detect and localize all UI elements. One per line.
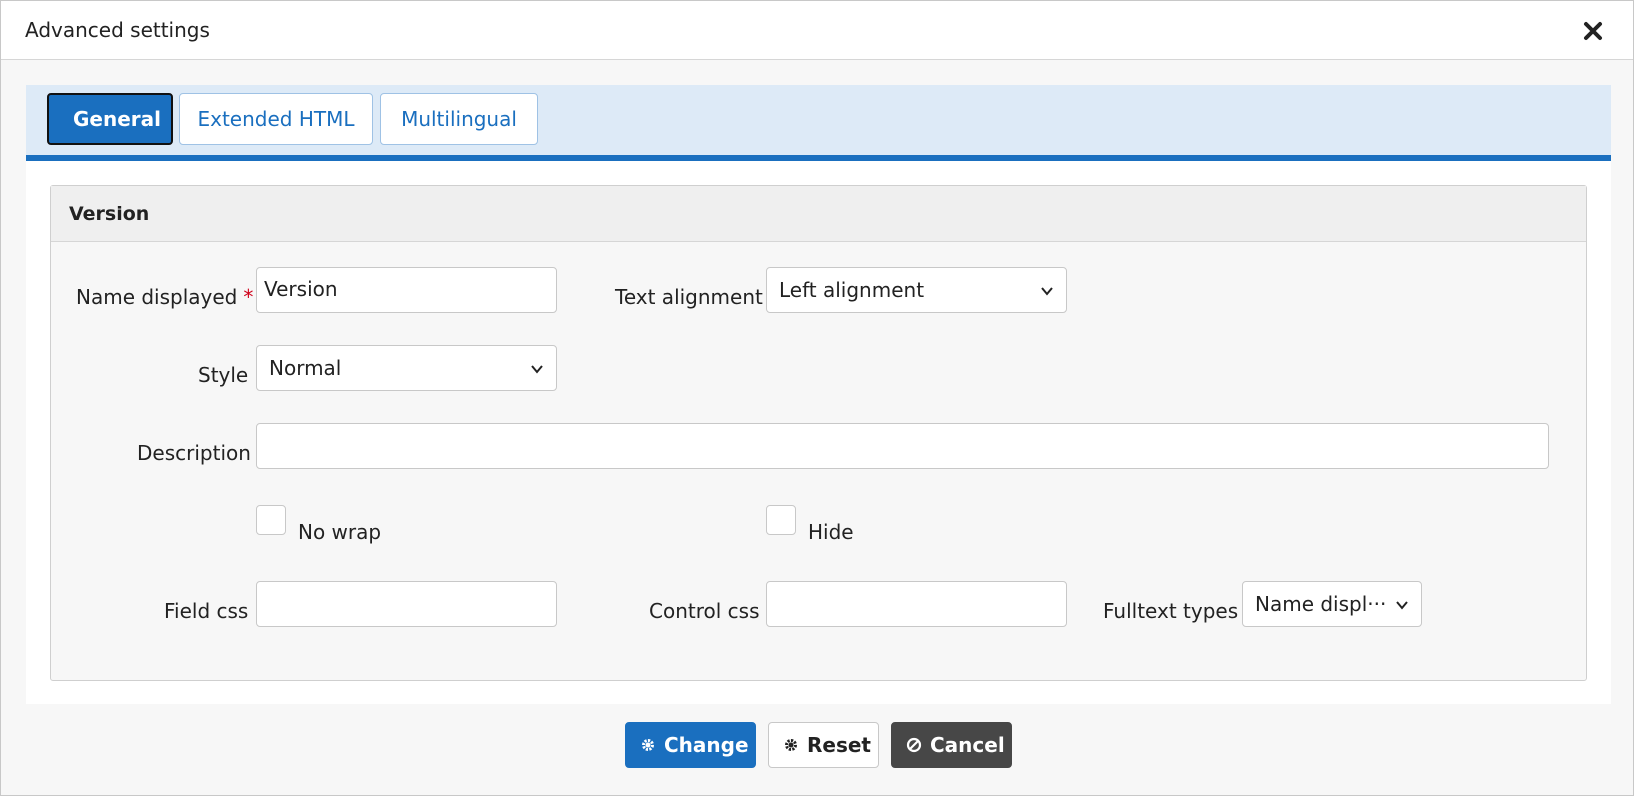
cancel-button[interactable]: Cancel [891,722,1012,768]
control-css-label: Control css [649,599,760,623]
reset-button-label: Reset [807,733,871,757]
no-wrap-checkbox[interactable] [256,505,286,535]
fulltext-types-select[interactable]: Name displ··· [1242,581,1422,627]
field-css-input[interactable] [256,581,557,627]
cancel-button-label: Cancel [930,733,1005,757]
text-alignment-select[interactable]: Left alignment [766,267,1067,313]
description-input[interactable] [256,423,1549,469]
dialog-titlebar: Advanced settings [1,1,1633,60]
fulltext-types-label: Fulltext types [1103,599,1239,623]
panel-title: Version [51,186,1586,242]
hide-label: Hide [808,520,854,544]
name-displayed-label-text: Name displayed [76,285,238,309]
name-displayed-label: Name displayed * [76,285,253,309]
no-wrap-label: No wrap [298,520,382,544]
gear-icon [785,739,797,751]
chevron-down-icon [531,365,543,374]
advanced-settings-dialog: Advanced settings General Extended HTML … [0,0,1634,796]
name-displayed-input[interactable]: Version [256,267,557,313]
style-label: Style [198,363,249,387]
change-button-label: Change [664,733,749,757]
gear-icon [642,739,654,751]
hide-checkbox[interactable] [766,505,796,535]
fulltext-types-value: Name displ··· [1255,592,1387,616]
tab-extended-html[interactable]: Extended HTML [179,93,373,145]
tab-bar: General Extended HTML Multilingual [26,85,1611,161]
content-area: Version Name displayed * Version Text ali… [26,161,1611,704]
description-label: Description [137,441,251,465]
ban-icon [906,737,922,753]
dialog-title: Advanced settings [25,18,210,42]
text-alignment-label: Text alignment [615,285,763,309]
close-icon[interactable] [1581,19,1605,43]
change-button[interactable]: Change [625,722,756,768]
tab-multilingual[interactable]: Multilingual [380,93,538,145]
chevron-down-icon [1396,601,1408,610]
reset-button[interactable]: Reset [768,722,879,768]
tab-general[interactable]: General [47,93,173,145]
field-css-label: Field css [164,599,249,623]
style-select[interactable]: Normal [256,345,557,391]
control-css-input[interactable] [766,581,1067,627]
style-value: Normal [269,356,342,380]
required-mark: * [243,285,254,309]
text-alignment-value: Left alignment [779,278,925,302]
version-panel: Version Name displayed * Version Text ali… [50,185,1587,681]
chevron-down-icon [1041,287,1053,296]
